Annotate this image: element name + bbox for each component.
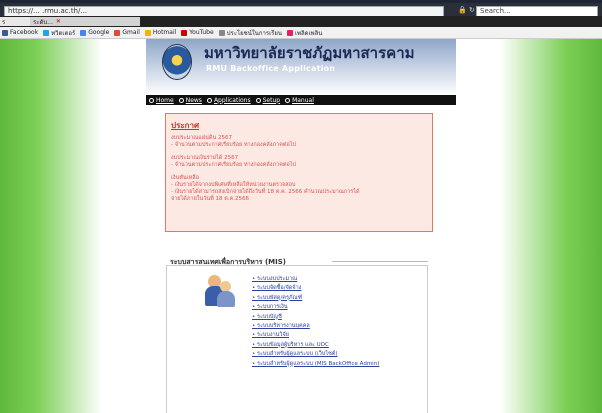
menu-item-label: Setup	[262, 96, 281, 104]
users-icon	[205, 275, 235, 307]
site-header: มหาวิทยาลัยราชภัฏมหาสารคาม RMU Backoffic…	[146, 39, 456, 95]
menu-item-manual[interactable]: Manual	[285, 97, 314, 104]
favorite-icon	[181, 29, 188, 36]
favorite-label: YouTube	[189, 29, 214, 36]
menu-item-news[interactable]: News	[178, 96, 202, 104]
favorite-icon	[287, 29, 293, 36]
favorite-label: Facebook	[10, 29, 39, 36]
mis-link[interactable]: ระบบงบประมาณ	[252, 275, 379, 284]
favorite-label: เพลิดเพลิน	[295, 29, 323, 37]
main-menu: Home News Applications Setup Manual	[146, 95, 456, 105]
announcement-panel: ประกาศ งบประมาณแผ่นดิน 2567- จำนวนตามประ…	[165, 113, 433, 232]
favorite-link[interactable]: Gmail	[114, 29, 140, 36]
mis-link[interactable]: ระบบสำหรับผู้ดูแลระบบ (MIS BackOffice Ad…	[252, 360, 379, 369]
mis-link[interactable]: ระบบงานวิจัย	[252, 331, 379, 340]
favorite-link[interactable]: ทวิตเตอร์	[43, 28, 75, 38]
tab-bar: ร ระดับ... ✕	[0, 16, 602, 27]
favorite-label: ทวิตเตอร์	[51, 29, 76, 37]
mis-link[interactable]: ระบบจัดซื้อ/จัดจ้าง	[252, 284, 379, 293]
favorite-link[interactable]: ประโยชน์ในการเรียน	[218, 28, 282, 38]
site-title: มหาวิทยาลัยราชภัฏมหาสารคาม	[204, 44, 415, 62]
page-body: มหาวิทยาลัยราชภัฏมหาสารคาม RMU Backoffic…	[0, 39, 602, 413]
announcement-line: - จำนวนตามประกาศเรียบร้อย ทางกองคลังภาคต…	[171, 162, 297, 168]
favorite-label: ประโยชน์ในการเรียน	[226, 29, 282, 37]
menu-item-setup[interactable]: Setup	[255, 96, 281, 104]
favorite-icon	[80, 29, 87, 36]
tab-label: ระดับ...	[33, 18, 53, 26]
menu-item-home[interactable]: Home	[149, 97, 174, 104]
menu-circle-icon	[255, 97, 261, 103]
mis-link[interactable]: ระบบการเงิน	[252, 303, 379, 312]
announcement-line: - เงินรายได้สามารถส่งเบิกจ่ายได้ถึงวันที…	[171, 189, 360, 195]
menu-item-applications[interactable]: Applications	[206, 96, 251, 104]
announcement-body: งบประมาณแผ่นดิน 2567- จำนวนตามประกาศเรีย…	[171, 135, 427, 203]
mis-link[interactable]: ระบบบัญชี	[252, 313, 379, 322]
favorite-icon	[144, 29, 151, 36]
mis-link[interactable]: ระบบข้อมูลผู้บริหาร และ UOC	[252, 341, 379, 350]
favorite-icon	[218, 29, 225, 36]
announcement-line: งบประมาณแผ่นดิน 2567	[171, 135, 232, 141]
announcement-line: งบประมาณเงินรายได้ 2567	[171, 155, 239, 161]
mis-link-list: ระบบงบประมาณระบบจัดซื้อ/จัดจ้างระบบพัสดุ…	[252, 275, 379, 369]
favorite-icon	[114, 29, 121, 36]
favorite-link[interactable]: YouTube	[181, 29, 214, 36]
announcement-line: จ่ายได้ภายในวันที่ 18 ต.ค.2566	[171, 196, 249, 202]
site-subtitle: RMU Backoffice Application	[206, 64, 336, 73]
announcement-line: - จำนวนตามประกาศเรียบร้อย ทางกองคลังภาคต…	[171, 142, 297, 148]
close-tab-icon[interactable]: ✕	[56, 18, 61, 25]
lock-icon: 🔒 ↻	[458, 6, 475, 14]
favorites-bar: Facebook ทวิตเตอร์ Google Gmail Hotmail YouTu…	[0, 27, 602, 39]
menu-circle-icon	[285, 97, 291, 103]
tab-inactive[interactable]: ร	[0, 17, 30, 26]
mis-divider	[332, 261, 428, 262]
favorite-link[interactable]: Hotmail	[144, 29, 177, 36]
favorite-link[interactable]: Facebook	[2, 29, 38, 36]
mis-link[interactable]: ระบบพัสดุ/ครุภัณฑ์	[252, 294, 379, 303]
mis-link[interactable]: ระบบสำหรับผู้ดูแลระบบ (เว็บไซต์)	[252, 350, 379, 359]
announcement-line: เงินทันเหลือ	[171, 175, 199, 181]
announcement-title: ประกาศ	[171, 121, 200, 130]
university-logo-icon	[162, 44, 192, 80]
mis-link[interactable]: ระบบบริหารงานบุคคล	[252, 322, 379, 331]
menu-item-label: News	[185, 96, 202, 104]
favorite-icon	[43, 29, 50, 36]
browser-urlbar: https://... .rmu.ac.th/... 🔒 ↻ Search...	[0, 3, 602, 17]
menu-item-label: Manual	[292, 96, 314, 104]
favorite-label: Gmail	[122, 29, 140, 36]
menu-circle-icon	[206, 97, 212, 103]
tab-active[interactable]: ระดับ... ✕	[30, 17, 140, 26]
favorite-icon	[2, 29, 8, 36]
favorite-link[interactable]: เพลิดเพลิน	[287, 28, 322, 38]
favorite-label: Hotmail	[152, 29, 177, 36]
menu-circle-icon	[149, 97, 154, 103]
announcement-line: - เงินรายได้จากงบพิเศษที่เหลือให้หน่วยงา…	[171, 182, 296, 188]
menu-circle-icon	[178, 97, 184, 103]
menu-item-label: Home	[156, 96, 174, 104]
favorite-link[interactable]: Google	[80, 29, 109, 36]
favorite-label: Google	[88, 29, 110, 36]
menu-item-label: Applications	[213, 96, 251, 104]
